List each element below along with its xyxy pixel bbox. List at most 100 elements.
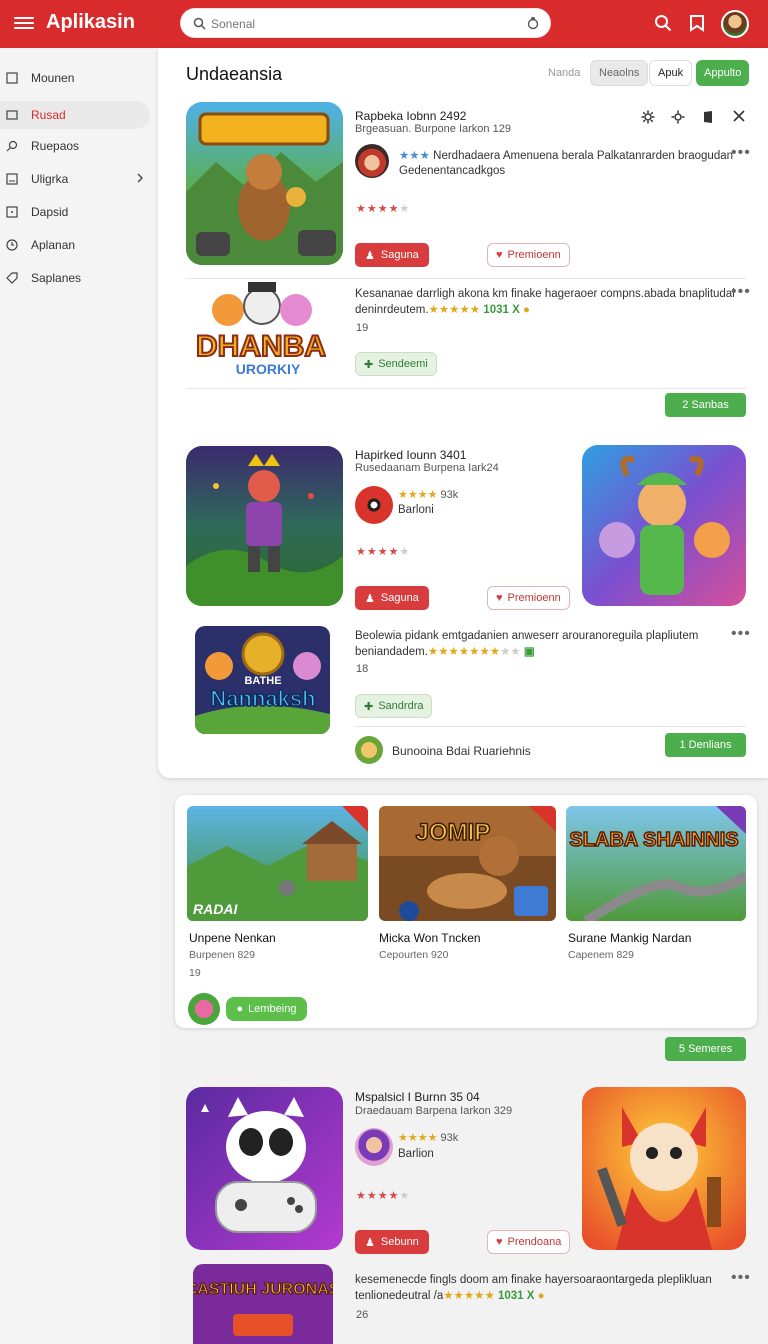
button-label: Sebunn — [380, 1236, 419, 1248]
app-description: deninrdeutem.★★★★★ 1031 X ● — [355, 304, 530, 316]
search-icon — [6, 140, 18, 152]
leaderboard-button[interactable]: ● Lembeing — [226, 997, 307, 1021]
divider — [355, 726, 746, 727]
show-more-button[interactable]: 5 Semeres — [665, 1037, 746, 1061]
menu-icon[interactable] — [14, 14, 34, 32]
page-title: Undaeansia — [186, 64, 283, 84]
description-line: tenlionedeutral /a — [355, 1290, 444, 1302]
avatar[interactable] — [355, 486, 393, 524]
refresh-icon[interactable] — [526, 16, 540, 30]
sidebar-item-saplanes[interactable]: Saplanes — [0, 264, 150, 292]
item-count: 26 — [356, 1309, 369, 1321]
sidebar-item-label: Aplanan — [31, 238, 76, 252]
search-input[interactable] — [211, 14, 511, 34]
bookmark-icon[interactable] — [702, 110, 716, 124]
card-banner-text: RADAI — [193, 901, 238, 917]
play-button[interactable]: ♟ Saguna — [355, 243, 429, 267]
game-thumbnail[interactable] — [186, 102, 343, 265]
description-line: Kesananae darrligh akona km finake hager… — [355, 288, 735, 300]
send-button[interactable]: ✚ Sendeemi — [355, 352, 437, 376]
sidebar-item-ruepaos[interactable]: Ruepaos — [0, 132, 150, 160]
close-icon[interactable] — [733, 110, 745, 122]
featured-game-art[interactable] — [582, 1087, 746, 1250]
game-thumbnail[interactable] — [186, 1087, 343, 1250]
logo-subtext: URORKIY — [236, 361, 301, 377]
count-badge: 1031 X — [483, 304, 520, 316]
more-options-icon[interactable]: ••• — [731, 1270, 751, 1286]
page-icon — [6, 206, 18, 218]
button-label: Saguna — [380, 592, 419, 604]
card-banner-text: SLABA SHAINNIS — [569, 829, 738, 851]
rating-stars: ★★★★★ — [356, 1190, 411, 1202]
logo-text: SCASTIUH JURONASR — [193, 1281, 333, 1298]
game-logo[interactable]: BATHE Nannaksh — [195, 626, 330, 734]
show-more-button[interactable]: 1 Denlians — [665, 733, 746, 757]
more-options-icon[interactable]: ••• — [731, 626, 751, 642]
download-count: 93k — [440, 1132, 459, 1144]
page-icon — [6, 72, 18, 84]
sidebar-item-label: Uligrka — [31, 172, 69, 186]
search-bar[interactable] — [180, 8, 551, 38]
settings-icon[interactable] — [671, 110, 685, 124]
sidebar-item-uligrka[interactable]: Uligrka — [0, 165, 150, 193]
premium-button[interactable]: ♥ Premioenn — [487, 243, 570, 267]
avatar[interactable] — [355, 736, 383, 764]
bookmark-icon[interactable] — [689, 14, 705, 32]
divider — [186, 388, 746, 389]
sidebar-item-label: Ruepaos — [31, 139, 80, 153]
more-options-icon[interactable]: ••• — [731, 284, 751, 300]
developer-name[interactable]: Bunooina Bdai Ruariehnis — [392, 743, 531, 759]
item-count: 19 — [356, 322, 369, 334]
game-card-image[interactable]: SLABA SHAINNIS — [566, 806, 746, 921]
app-description: tenlionedeutral /a★★★★★ 1031 X ● — [355, 1290, 545, 1302]
play-button[interactable]: ♟ Sebunn — [355, 1230, 429, 1254]
filter-chip[interactable]: Nanda — [540, 60, 588, 86]
sidebar-item-dapsid[interactable]: Dapsid — [0, 198, 150, 226]
card-subtitle: Burpenen 829 — [189, 949, 255, 961]
game-thumbnail[interactable] — [186, 446, 343, 606]
sidebar-item-mounen[interactable]: Mounen — [0, 64, 150, 92]
app-description: beniandadem.★★★★★★★★★ ▣ — [355, 646, 535, 658]
app-title-text[interactable]: Hapirked Iounn 3401 — [355, 448, 466, 462]
search-icon[interactable] — [654, 14, 672, 32]
play-button[interactable]: ♟ Saguna — [355, 586, 429, 610]
app-title-text[interactable]: Rapbeka Iobnn 2492 — [355, 109, 466, 123]
premium-button[interactable]: ♥ Prendoana — [487, 1230, 571, 1254]
app-title-text[interactable]: Mspalsicl I Burnn 35 04 — [355, 1090, 480, 1104]
app-title[interactable]: Aplikasin — [46, 11, 135, 34]
filter-chip[interactable]: Neaolns — [590, 60, 649, 86]
premium-button[interactable]: ♥ Premioenn — [487, 586, 570, 610]
filter-chip[interactable]: Appulto — [696, 60, 750, 86]
avatar[interactable] — [355, 1128, 393, 1166]
game-card-image[interactable]: RADAI — [187, 806, 368, 921]
filter-chip[interactable]: Apuk — [649, 60, 693, 86]
card-subtitle: Capenem 829 — [568, 949, 634, 961]
card-subtitle: Cepourten 920 — [379, 949, 449, 961]
chevron-right-icon[interactable] — [136, 173, 144, 183]
description-line: Nerdhadaera Amenuena berala Palkatanrard… — [433, 150, 733, 162]
sidebar-item-aplanan[interactable]: Aplanan — [0, 231, 150, 259]
game-logo[interactable]: SCASTIUH JURONASR — [193, 1264, 333, 1344]
card-title[interactable]: Unpene Nenkan — [189, 931, 276, 945]
sidebar-item-rusad[interactable]: Rusad — [0, 101, 150, 129]
sidebar-item-label: Saplanes — [31, 271, 82, 285]
avatar[interactable] — [188, 993, 220, 1025]
description-line: deninrdeutem. — [355, 304, 429, 316]
send-button[interactable]: ✚ Sandrdra — [355, 694, 433, 718]
button-label: Premioenn — [507, 249, 561, 261]
show-more-button[interactable]: 2 Sanbas — [665, 393, 746, 417]
featured-game-art[interactable] — [582, 445, 746, 606]
game-card-image[interactable]: JOMIP — [379, 806, 556, 921]
avatar[interactable] — [355, 144, 389, 178]
more-options-icon[interactable]: ••• — [731, 145, 751, 161]
gear-icon[interactable] — [641, 110, 655, 124]
game-logo[interactable]: DHANBA URORKIY — [196, 280, 326, 380]
card-title[interactable]: Micka Won Tncken — [379, 931, 481, 945]
button-label: Saguna — [380, 249, 419, 261]
button-label: Sendeemi — [378, 358, 428, 370]
item-count: 19 — [189, 967, 201, 979]
card-title[interactable]: Surane Mankig Nardan — [568, 931, 691, 945]
rating-stars: ★★★★★ — [356, 546, 411, 558]
avatar[interactable] — [721, 10, 749, 38]
page-icon — [6, 110, 18, 120]
